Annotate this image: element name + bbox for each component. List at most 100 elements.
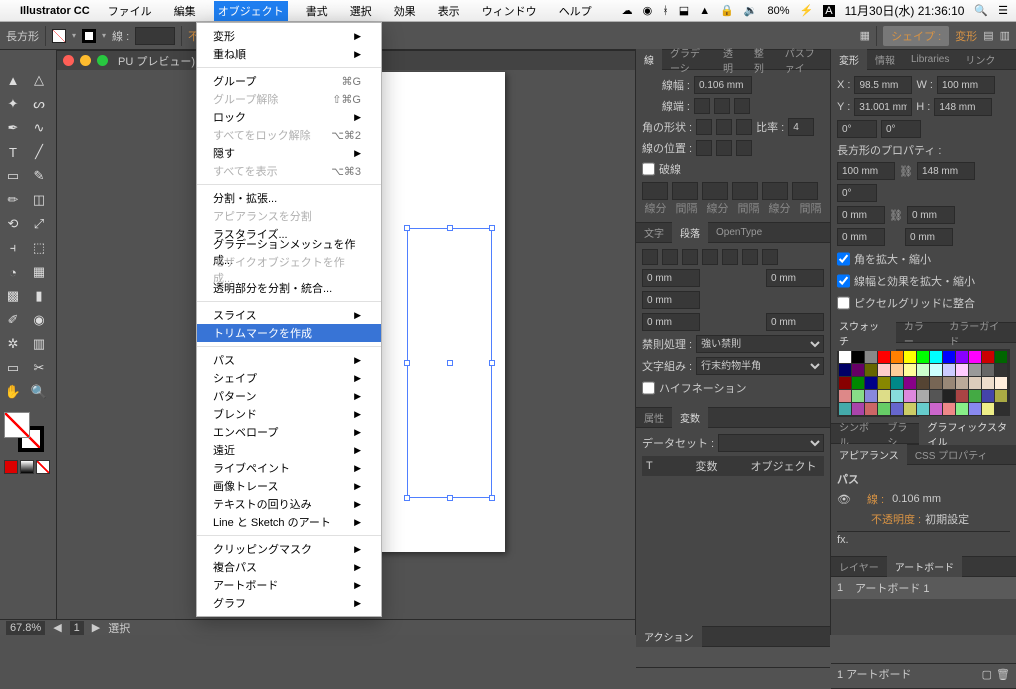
tab-libraries[interactable]: Libraries	[903, 51, 957, 68]
shape-builder-tool[interactable]: ◔	[0, 260, 26, 284]
x-input[interactable]	[854, 76, 912, 94]
dash2[interactable]	[702, 182, 728, 200]
h-input[interactable]	[934, 98, 992, 116]
lock-icon[interactable]: 🔒	[720, 4, 734, 17]
graph-tool[interactable]: ▥	[26, 332, 52, 356]
corner-tr[interactable]	[907, 206, 955, 224]
mojikumi-select[interactable]: 行末約物半角	[696, 357, 824, 375]
tab-color[interactable]: カラー	[896, 315, 941, 351]
justify-left-icon[interactable]	[702, 249, 718, 265]
eraser-tool[interactable]: ◫	[26, 188, 52, 212]
menu-item[interactable]: 複合パス▶	[197, 558, 381, 576]
swatch[interactable]	[852, 351, 864, 363]
scale-strokes-check[interactable]	[837, 272, 850, 290]
audio-icon[interactable]: 🔉	[744, 4, 758, 17]
swatch[interactable]	[956, 377, 968, 389]
swatch[interactable]	[956, 390, 968, 402]
gap1[interactable]	[672, 182, 698, 200]
join-bevel-icon[interactable]	[736, 119, 752, 135]
menu-item[interactable]: テキストの回り込み▶	[197, 495, 381, 513]
swatch[interactable]	[943, 390, 955, 402]
swatch[interactable]	[995, 377, 1007, 389]
swatch[interactable]	[943, 403, 955, 415]
artboard-row[interactable]: 1 アートボード 1	[831, 577, 1016, 599]
menu-item[interactable]: 変形▶	[197, 27, 381, 45]
justify-center-icon[interactable]	[722, 249, 738, 265]
tab-css[interactable]: CSS プロパティ	[907, 444, 996, 465]
tab-info[interactable]: 情報	[867, 49, 903, 70]
indent-right[interactable]	[766, 269, 824, 287]
align-outside-icon[interactable]	[736, 140, 752, 156]
swatch[interactable]	[891, 377, 903, 389]
battery-icon[interactable]: ⚡	[800, 4, 814, 17]
scale-corners-check[interactable]	[837, 250, 850, 268]
dataset-select[interactable]	[718, 434, 824, 452]
selection-bounds[interactable]	[407, 228, 492, 498]
swatch[interactable]	[930, 403, 942, 415]
indent-first[interactable]	[642, 291, 700, 309]
menu-item[interactable]: Line と Sketch のアート▶	[197, 513, 381, 531]
menu-effect[interactable]: 効果	[390, 1, 420, 21]
shape-button[interactable]: シェイプ :	[883, 26, 949, 46]
ime-icon[interactable]: A	[823, 5, 834, 17]
menu-item[interactable]: スライス▶	[197, 306, 381, 324]
cap-round-icon[interactable]	[714, 98, 730, 114]
swatch[interactable]	[956, 351, 968, 363]
space-after[interactable]	[766, 313, 824, 331]
swatch[interactable]	[917, 377, 929, 389]
menu-select[interactable]: 選択	[346, 1, 376, 21]
handle-tm[interactable]	[447, 225, 453, 231]
fx-icon[interactable]: fx.	[837, 534, 849, 546]
corner-br[interactable]	[905, 228, 953, 246]
swatch[interactable]	[995, 390, 1007, 402]
curvature-tool[interactable]: ∿	[26, 116, 52, 140]
menu-item[interactable]: アートボード▶	[197, 576, 381, 594]
swatch[interactable]	[904, 390, 916, 402]
align-inside-icon[interactable]	[716, 140, 732, 156]
corner-tl[interactable]	[837, 206, 885, 224]
kinsoku-select[interactable]: 強い禁則	[696, 335, 824, 353]
eye-icon[interactable]: 👁	[837, 493, 851, 506]
gap3[interactable]	[792, 182, 818, 200]
align-center-icon[interactable]	[696, 140, 712, 156]
swatch[interactable]	[930, 390, 942, 402]
color-mode-gradient[interactable]	[20, 460, 34, 474]
swatch[interactable]	[995, 351, 1007, 363]
menu-item[interactable]: ブレンド▶	[197, 405, 381, 423]
miter-input[interactable]	[788, 118, 814, 136]
tab-attributes[interactable]: 属性	[636, 407, 672, 428]
menu-item[interactable]: 隠す▶	[197, 144, 381, 162]
menu-item[interactable]: パターン▶	[197, 387, 381, 405]
y-input[interactable]	[854, 98, 912, 116]
swatch[interactable]	[865, 377, 877, 389]
rectangle-tool[interactable]: ▭	[0, 164, 26, 188]
corner-bl[interactable]	[837, 228, 885, 246]
menu-item[interactable]: 重ね順▶	[197, 45, 381, 63]
prev-artboard-icon[interactable]: ◀	[53, 621, 61, 634]
menu-item[interactable]: ライブペイント▶	[197, 459, 381, 477]
bluetooth-icon[interactable]: ᚼ	[662, 5, 669, 17]
cap-butt-icon[interactable]	[694, 98, 710, 114]
swatch[interactable]	[878, 390, 890, 402]
join-round-icon[interactable]	[716, 119, 732, 135]
swatch[interactable]	[982, 377, 994, 389]
eyedropper-tool[interactable]: ✐	[0, 308, 26, 332]
shape-w-input[interactable]	[837, 162, 895, 180]
appearance-opacity-label[interactable]: 不透明度 :	[871, 511, 921, 527]
menu-item[interactable]: エンベロープ▶	[197, 423, 381, 441]
swatch[interactable]	[982, 403, 994, 415]
handle-mr[interactable]	[489, 360, 495, 366]
stroke-swatch[interactable]	[82, 29, 96, 43]
artboard-tool[interactable]: ▭	[0, 356, 26, 380]
swatch[interactable]	[891, 364, 903, 376]
line-tool[interactable]: ╱	[26, 140, 52, 164]
scale-tool[interactable]: ⤢	[26, 212, 52, 236]
notification-icon[interactable]: ☰	[998, 4, 1008, 17]
swatch[interactable]	[969, 390, 981, 402]
menu-item[interactable]: シェイプ▶	[197, 369, 381, 387]
swatch[interactable]	[982, 351, 994, 363]
align-icon[interactable]: ▦	[860, 29, 870, 42]
free-transform-tool[interactable]: ⬚	[26, 236, 52, 260]
swatch[interactable]	[917, 364, 929, 376]
tab-transparency[interactable]: 透明	[715, 42, 746, 78]
